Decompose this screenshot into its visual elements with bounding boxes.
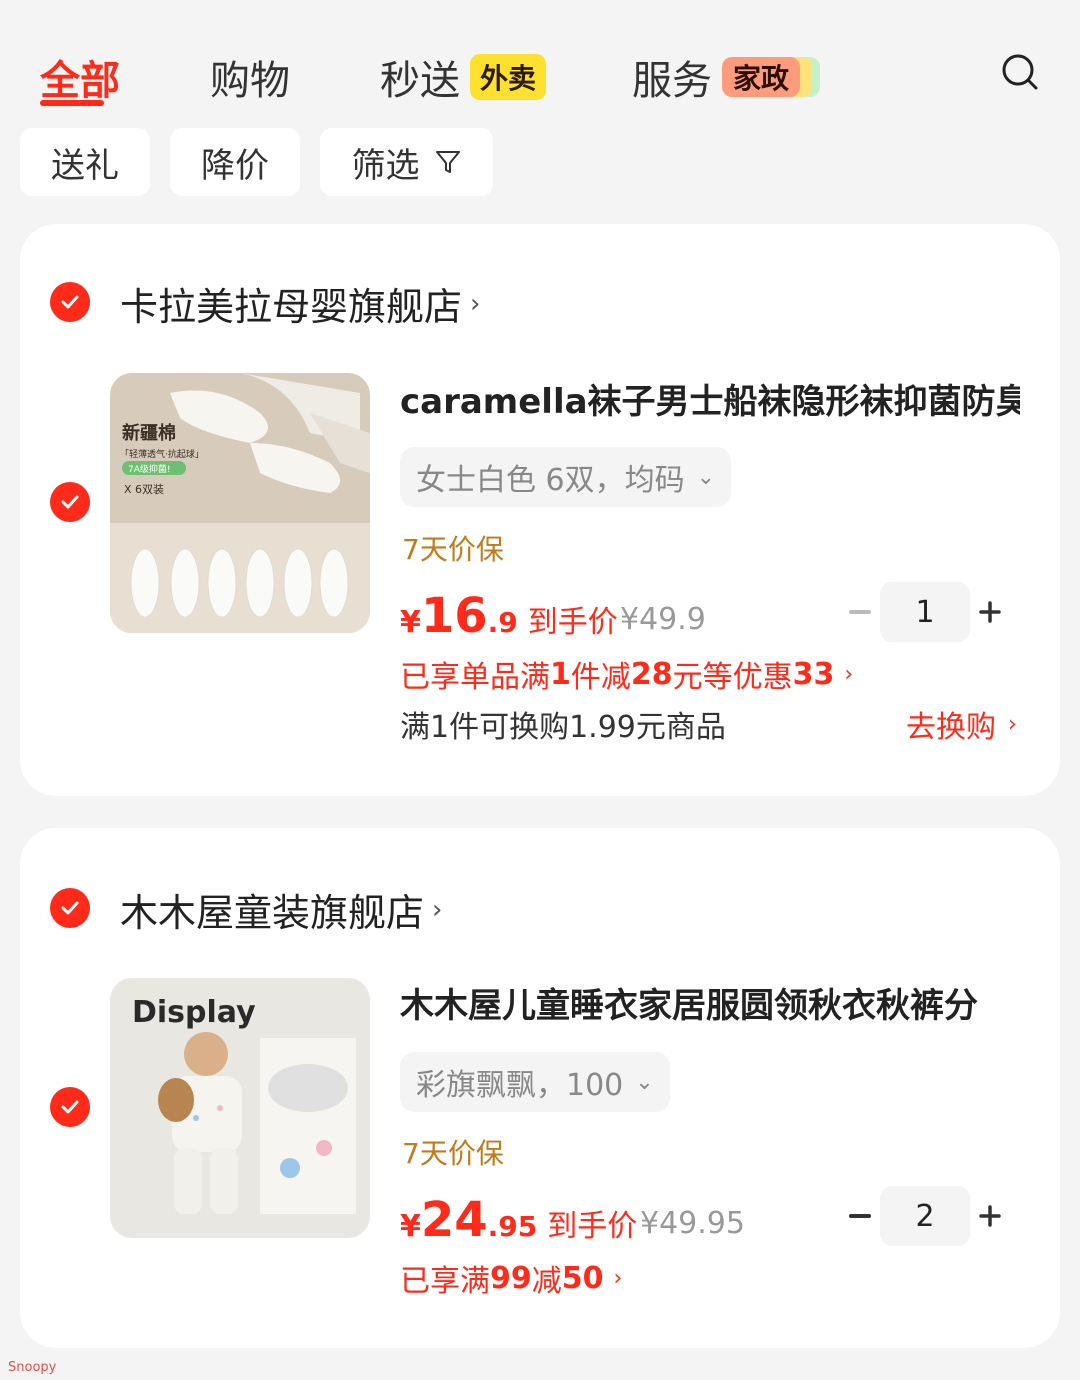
price-label: 到手价 <box>547 1209 638 1244</box>
filter-chip[interactable]: 筛选 <box>320 128 493 196</box>
price-guarantee: 7天价保 <box>402 533 504 566</box>
promo-link[interactable]: 已享满 99 减 50 › <box>400 1256 622 1300</box>
product-thumbnail[interactable]: 新疆棉 「轻薄透气·抗起球」 7A级抑菌! X 6双装 <box>110 373 370 633</box>
filter-price-drop-chip[interactable]: 降价 <box>170 128 300 196</box>
filter-label: 筛选 <box>351 145 420 186</box>
store-name-link[interactable]: 木木屋童装旗舰店 › <box>120 882 442 937</box>
tab-service[interactable]: 服务 家政 <box>632 48 820 106</box>
housekeeping-tag: 家政 <box>722 57 820 97</box>
check-circle-icon[interactable] <box>50 282 90 322</box>
promo-text: 已享单品满 <box>400 660 550 695</box>
check-circle-icon[interactable] <box>50 482 90 522</box>
currency-symbol: ¥ <box>400 605 421 640</box>
chevron-right-icon: › <box>432 894 443 925</box>
promo-link[interactable]: 已享单品满 1 件减 28 元等优惠 33 › <box>400 652 853 696</box>
price-guarantee: 7天价保 <box>402 1137 504 1170</box>
quantity-field[interactable]: 1 <box>880 582 970 642</box>
currency-symbol: ¥ <box>400 1209 421 1244</box>
chevron-right-icon: › <box>613 1265 623 1291</box>
promo-number: 99 <box>490 1260 532 1296</box>
tab-express-label: 秒送 <box>380 58 460 104</box>
original-price: ¥49.95 <box>640 1206 745 1241</box>
promo-text: 件减 <box>570 660 631 695</box>
tab-shopping[interactable]: 购物 <box>210 48 290 106</box>
decrease-quantity-button[interactable] <box>840 592 880 632</box>
category-tabs: 全部 购物 秒送 外卖 服务 家政 <box>0 0 1080 120</box>
store-name: 木木屋童装旗舰店 <box>120 891 425 935</box>
watermark: Snoopy <box>8 1360 57 1375</box>
exchange-link-label: 去换购 <box>906 710 996 745</box>
thumb-subtitle: 「轻薄透气·抗起球」 <box>120 448 204 460</box>
chevron-right-icon: › <box>470 288 481 319</box>
quantity-field[interactable]: 2 <box>880 1186 970 1246</box>
thumb-badge: 7A级抑菌! <box>128 463 171 475</box>
sku-selector[interactable]: 彩旗飘飘，100 ⌄ <box>400 1052 670 1112</box>
tab-shopping-label: 购物 <box>210 58 290 104</box>
product-title[interactable]: caramella袜子男士船袜隐形袜抑菌防臭 <box>400 374 1020 423</box>
product-thumbnail[interactable]: Display <box>110 978 370 1238</box>
tab-all-label: 全部 <box>40 58 120 104</box>
thumb-title: 新疆棉 <box>122 422 176 444</box>
sku-selector[interactable]: 女士白色 6双，均码 ⌄ <box>400 447 732 507</box>
promo-text: 减 <box>531 1264 562 1299</box>
price-decimal: .95 <box>487 1210 538 1243</box>
exchange-link[interactable]: 去换购 › <box>906 702 1017 746</box>
chevron-down-icon: ⌄ <box>635 1069 654 1095</box>
sku-value: 彩旗飘飘，100 <box>416 1068 624 1103</box>
final-price: ¥ 16 .9 到手价 <box>400 588 618 644</box>
store-name-link[interactable]: 卡拉美拉母婴旗舰店 › <box>120 276 480 331</box>
increase-quantity-button[interactable] <box>970 1196 1010 1236</box>
tab-all[interactable]: 全部 <box>40 48 120 106</box>
store-name: 卡拉美拉母婴旗舰店 <box>120 285 463 329</box>
price-integer: 16 <box>420 588 488 644</box>
store-card: 木木屋童装旗舰店 › Display 木木屋儿童睡衣家居服圆领秋衣秋裤分 彩旗飘… <box>20 828 1060 1348</box>
chevron-right-icon: › <box>844 661 854 687</box>
decrease-quantity-button[interactable] <box>840 1196 880 1236</box>
product-title[interactable]: 木木屋儿童睡衣家居服圆领秋衣秋裤分 <box>400 978 1020 1027</box>
thumb-title: Display <box>132 995 256 1030</box>
promo-number: 33 <box>792 656 835 692</box>
promo-number: 50 <box>561 1260 604 1296</box>
price-integer: 24 <box>420 1192 488 1248</box>
check-circle-icon[interactable] <box>50 888 90 928</box>
chevron-right-icon: › <box>1008 711 1017 737</box>
original-price: ¥49.9 <box>620 602 706 637</box>
filter-price-drop-label: 降价 <box>201 145 269 186</box>
filter-gift-label: 送礼 <box>51 145 119 186</box>
funnel-icon <box>434 148 462 176</box>
housekeeping-tag-label: 家政 <box>722 57 800 97</box>
thumb-count: X 6双装 <box>124 483 164 496</box>
tab-express[interactable]: 秒送 外卖 <box>380 48 547 106</box>
promo-text: 元等优惠 <box>672 660 793 695</box>
active-tab-indicator <box>40 100 104 106</box>
promo-number: 1 <box>550 656 571 692</box>
store-card: 卡拉美拉母婴旗舰店 › 新疆棉 「轻薄透气·抗起球」 7A级抑菌! X 6双装 … <box>20 224 1060 796</box>
promo-number: 28 <box>630 656 673 692</box>
filter-gift-chip[interactable]: 送礼 <box>20 128 150 196</box>
promo-text: 已享满 <box>400 1264 490 1299</box>
price-label: 到手价 <box>527 605 618 640</box>
check-circle-icon[interactable] <box>50 1087 90 1127</box>
price-decimal: .9 <box>487 606 518 639</box>
exchange-offer-text: 满1件可换购1.99元商品 <box>400 710 726 745</box>
chevron-down-icon: ⌄ <box>696 464 716 490</box>
tab-service-label: 服务 <box>632 58 712 104</box>
sku-value: 女士白色 6双，均码 <box>416 463 685 498</box>
increase-quantity-button[interactable] <box>970 592 1010 632</box>
final-price: ¥ 24 .95 到手价 <box>400 1192 637 1248</box>
takeout-tag: 外卖 <box>470 54 547 100</box>
search-icon[interactable] <box>1000 52 1040 92</box>
